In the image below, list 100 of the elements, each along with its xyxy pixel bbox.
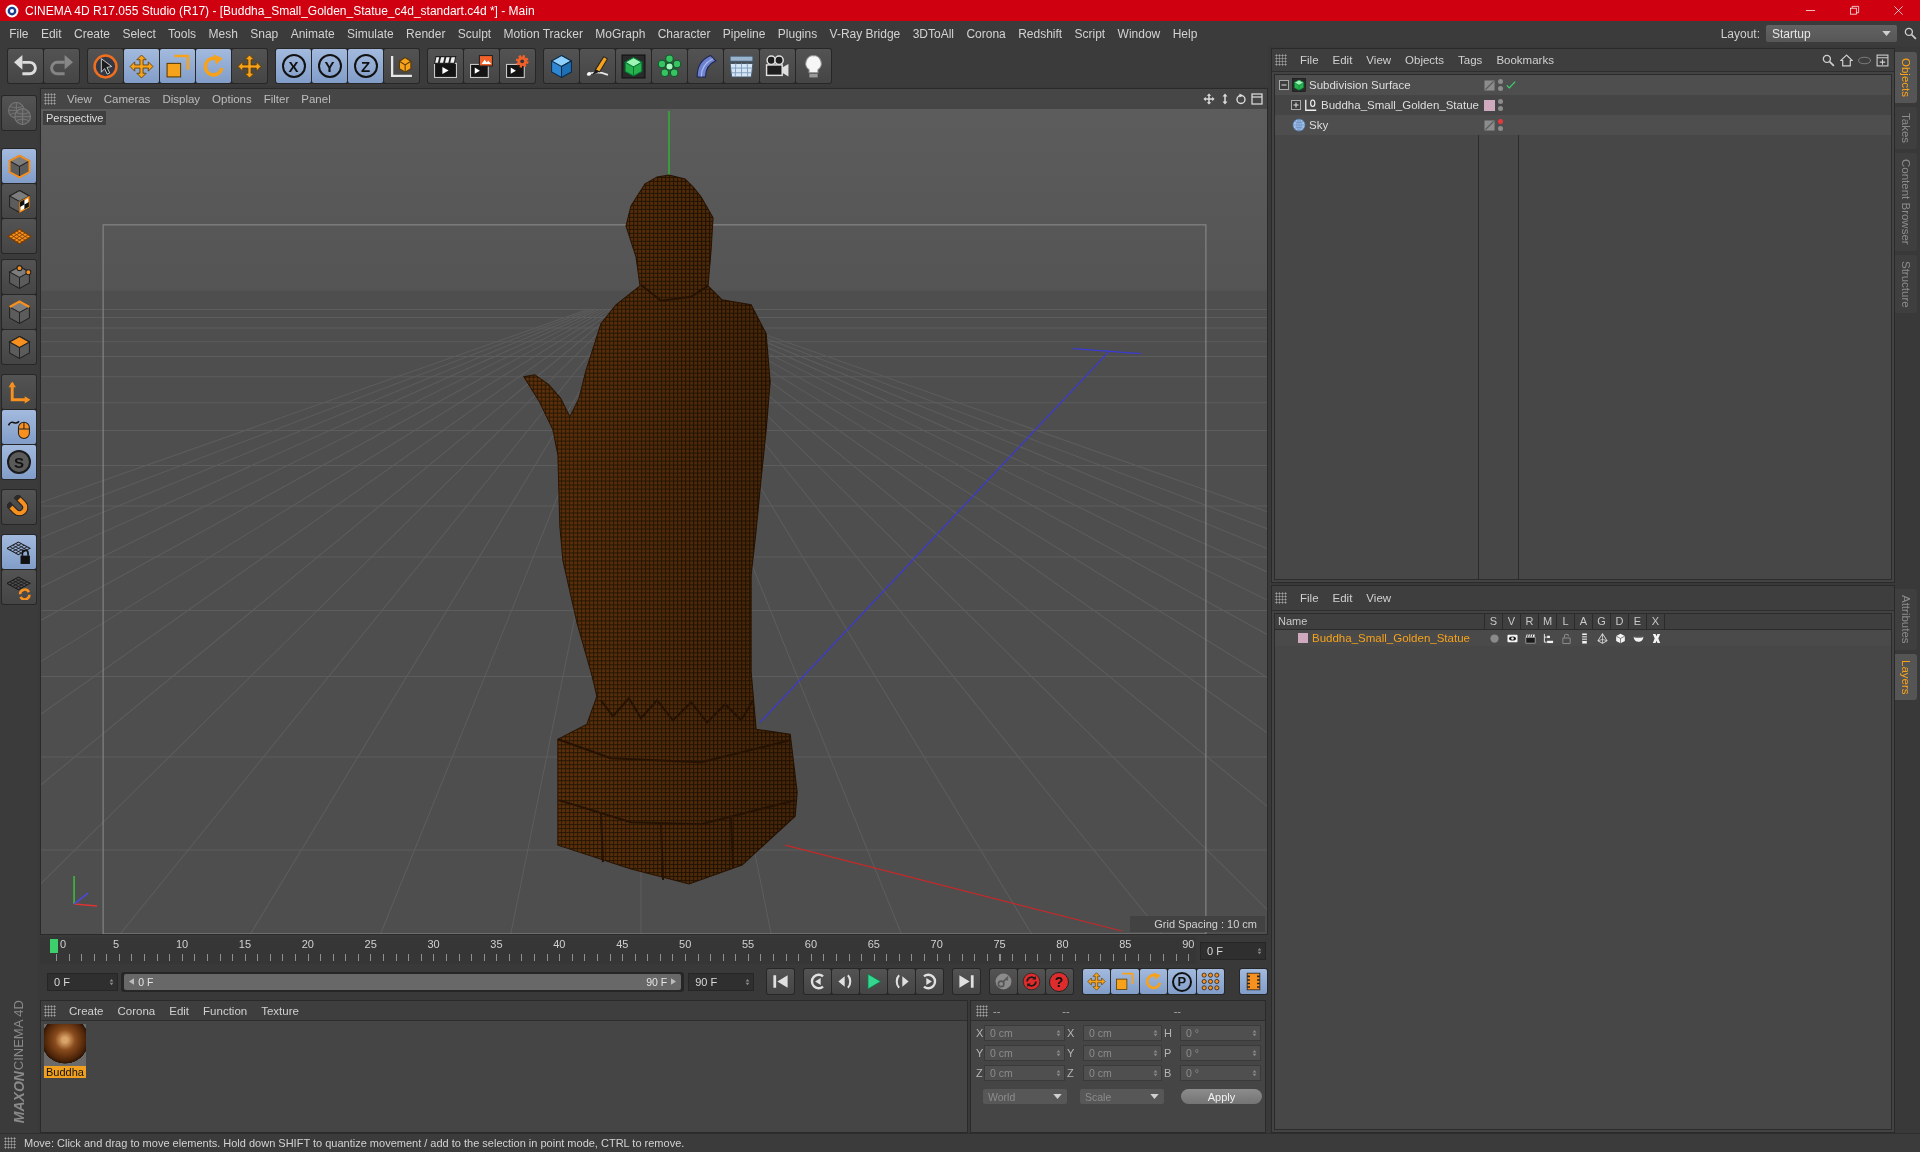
next-key-button[interactable] [915, 969, 943, 994]
current-frame-field[interactable]: 0 F [1200, 941, 1266, 960]
menu-item[interactable]: Objects [1398, 54, 1452, 66]
live-selection-button[interactable] [88, 49, 123, 83]
go-to-end-button[interactable] [952, 969, 980, 994]
maximize-view-icon[interactable] [1251, 93, 1263, 105]
status-dot-icon[interactable] [1498, 106, 1503, 111]
record-keys-button[interactable] [989, 969, 1017, 994]
z-axis-button[interactable]: Z [348, 49, 383, 83]
layer-color-swatch-icon[interactable] [1298, 633, 1308, 643]
right-arrow-icon[interactable] [671, 978, 677, 985]
keyframe-selection-button[interactable]: ? [1045, 969, 1073, 994]
menu-item[interactable]: Create [67, 26, 117, 41]
timeline-button[interactable] [1240, 969, 1267, 994]
menu-item[interactable]: Edit [162, 1004, 197, 1017]
column-header[interactable]: R [1521, 614, 1539, 629]
padlock-icon[interactable] [1560, 632, 1572, 644]
magnet-button[interactable] [2, 490, 36, 524]
menu-item[interactable]: Panel [295, 93, 337, 105]
column-header[interactable]: M [1539, 614, 1557, 629]
pyramid-icon[interactable] [1596, 632, 1608, 644]
menu-item[interactable]: Texture [254, 1004, 306, 1017]
column-header[interactable]: X [1647, 614, 1665, 629]
menu-item[interactable]: Motion Tracker [497, 26, 590, 41]
menu-item[interactable]: Sculpt [451, 26, 498, 41]
menu-item[interactable]: Character [651, 26, 717, 41]
tweak-mode-button[interactable] [2, 410, 36, 444]
scale-button[interactable] [160, 49, 195, 83]
previous-key-button[interactable] [803, 969, 831, 994]
status-dot-icon[interactable] [1498, 119, 1503, 124]
grip-icon[interactable] [4, 1137, 16, 1149]
object-name[interactable]: Buddha_Small_Golden_Statue [1321, 99, 1479, 111]
next-frame-button[interactable] [887, 969, 915, 994]
column-header[interactable]: E [1629, 614, 1647, 629]
texture-mode-button[interactable] [2, 184, 36, 218]
render-view-button[interactable] [428, 49, 463, 83]
column-header[interactable]: A [1575, 614, 1593, 629]
menu-item[interactable]: Snap [244, 26, 285, 41]
search-icon[interactable] [1904, 27, 1917, 40]
side-tab[interactable]: Layers [1895, 653, 1917, 701]
edges-mode-button[interactable] [2, 295, 36, 329]
side-tab[interactable]: Objects [1895, 52, 1917, 103]
menu-item[interactable]: View [1359, 54, 1399, 66]
menu-item[interactable]: Pipeline [716, 26, 772, 41]
column-header[interactable]: Name [1275, 614, 1485, 629]
render-picture-button[interactable] [464, 49, 499, 83]
menu-item[interactable]: Display [156, 93, 207, 105]
object-name[interactable]: Sky [1309, 119, 1329, 131]
point-level-button[interactable] [1196, 969, 1224, 994]
menu-item[interactable]: Edit [1325, 54, 1360, 66]
material-name[interactable]: Buddha [44, 1066, 86, 1078]
status-dot-icon[interactable] [1498, 126, 1503, 131]
hierarchy-icon[interactable] [1542, 632, 1554, 644]
menu-item[interactable]: Options [206, 93, 258, 105]
solo-dot-icon[interactable] [1488, 632, 1500, 644]
menu-item[interactable]: View [1359, 592, 1399, 604]
camera-button[interactable] [760, 49, 795, 83]
pan-view-icon[interactable] [1203, 93, 1215, 105]
layer-color-swatch-icon[interactable] [1484, 99, 1495, 111]
home-icon[interactable] [1840, 53, 1853, 67]
menu-item[interactable]: Select [116, 26, 162, 41]
pen-button[interactable] [580, 49, 615, 83]
clapperboard-icon[interactable] [1524, 632, 1536, 644]
menu-item[interactable]: View [61, 93, 98, 105]
menu-item[interactable]: Tools [161, 26, 203, 41]
subdivision-button[interactable] [616, 49, 651, 83]
menu-item[interactable]: Animate [284, 26, 341, 41]
end-frame-field[interactable]: 90 F [688, 972, 754, 991]
expand-icon[interactable] [1291, 100, 1301, 110]
light-button[interactable] [796, 49, 831, 83]
menu-item[interactable]: File [1293, 592, 1326, 604]
left-arrow-icon[interactable] [129, 978, 135, 985]
menu-item[interactable]: Render [399, 26, 452, 41]
orbit-view-icon[interactable] [1235, 93, 1247, 105]
grip-icon[interactable] [1275, 54, 1287, 66]
menu-item[interactable]: Function [196, 1004, 255, 1017]
column-header[interactable]: D [1611, 614, 1629, 629]
rotate-key-button[interactable] [1139, 969, 1167, 994]
lock-workplane-button[interactable] [2, 535, 36, 569]
grip-icon[interactable] [44, 1004, 56, 1017]
camera-label[interactable]: Perspective [43, 111, 107, 125]
menu-item[interactable]: Edit [1325, 592, 1360, 604]
cloner-button[interactable] [652, 49, 687, 83]
workplane-mode-button[interactable] [2, 219, 36, 253]
cube-button[interactable] [544, 49, 579, 83]
bend-button[interactable] [688, 49, 723, 83]
menu-item[interactable]: 3DToAll [906, 26, 961, 41]
parameter-key-button[interactable]: P [1168, 969, 1196, 994]
menu-item[interactable]: Bookmarks [1489, 54, 1561, 66]
model-mode-button[interactable] [2, 149, 36, 183]
floor-button[interactable] [724, 49, 759, 83]
autokey-button[interactable] [1017, 969, 1045, 994]
menu-item[interactable]: File [3, 26, 35, 41]
coordinate-system-button[interactable] [384, 49, 419, 83]
workplane-rotate-button[interactable] [2, 570, 36, 604]
menu-item[interactable]: Filter [257, 93, 296, 105]
status-dot-icon[interactable] [1498, 79, 1503, 84]
scale-key-button[interactable] [1111, 969, 1139, 994]
menu-item[interactable]: Create [62, 1004, 111, 1017]
start-frame-field[interactable]: 0 F [47, 972, 119, 991]
